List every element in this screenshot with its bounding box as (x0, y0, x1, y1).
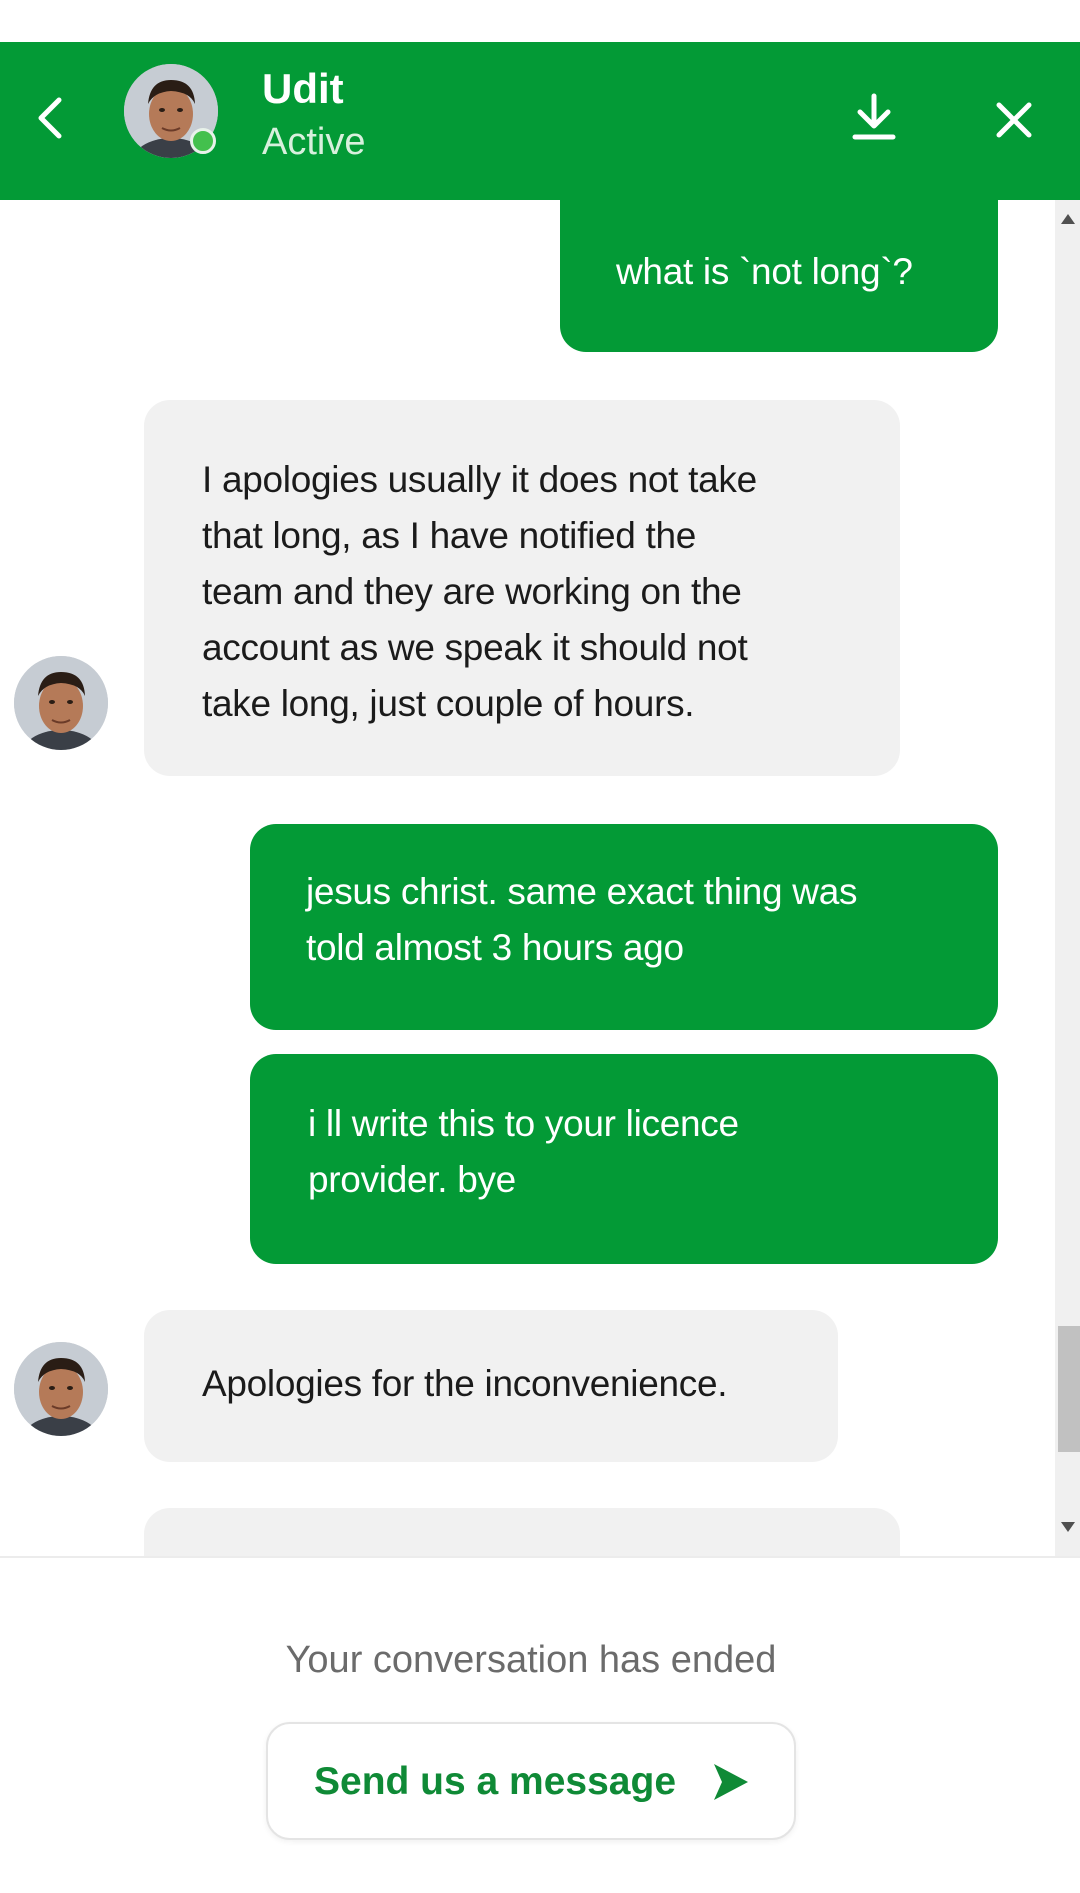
scroll-up-arrow[interactable] (1055, 214, 1080, 228)
divider (0, 1556, 1080, 1558)
chat-widget: Udit Active what is `not long`? I apolog… (0, 0, 1080, 1893)
send-arrow-icon (714, 1764, 748, 1800)
agent-status: Active (262, 121, 366, 163)
agent-message-bubble: I apologies usually it does not take tha… (144, 400, 900, 776)
message-line: told almost 3 hours ago (306, 927, 684, 968)
avatar (14, 656, 108, 750)
download-icon (852, 93, 896, 140)
agent-face-icon (14, 656, 108, 750)
agent-avatar-wrap (124, 64, 218, 158)
download-transcript-button[interactable] (846, 82, 902, 152)
agent-message-bubble: Apologies for the inconvenience. (144, 1310, 838, 1462)
user-message-bubble: i ll write this to your licence provider… (250, 1054, 998, 1264)
message-text: what is `not long`? (616, 251, 913, 292)
send-button-label: Send us a message (314, 1760, 677, 1803)
scrollbar[interactable] (1055, 200, 1080, 1556)
agent-name: Udit (262, 65, 344, 112)
message-line: provider. bye (308, 1159, 516, 1200)
message-line: team and they are working on the (202, 571, 742, 612)
close-button[interactable] (986, 88, 1042, 152)
message-line: i ll write this to your licence (308, 1103, 739, 1144)
message-line: account as we speak it should not (202, 627, 748, 668)
message-line: I apologies usually it does not take (202, 459, 757, 500)
triangle-up-icon (1060, 214, 1075, 224)
message-list[interactable]: what is `not long`? I apologies usually … (0, 200, 1080, 1556)
online-status-dot (190, 128, 216, 154)
agent-message-bubble (144, 1508, 900, 1556)
close-icon (996, 102, 1032, 138)
user-message-bubble: what is `not long`? (560, 200, 998, 352)
back-button[interactable] (26, 86, 74, 150)
send-us-a-message-button[interactable]: Send us a message (266, 1722, 796, 1840)
message-text: Apologies for the inconvenience. (202, 1363, 728, 1404)
message-line: that long, as I have notified the (202, 515, 697, 556)
conversation-ended-text: Your conversation has ended (285, 1639, 777, 1681)
message-line: jesus christ. same exact thing was (306, 871, 858, 912)
scroll-down-arrow[interactable] (1055, 1522, 1080, 1536)
user-message-bubble: jesus christ. same exact thing was told … (250, 824, 998, 1030)
agent-face-icon (14, 1342, 108, 1436)
avatar (14, 1342, 108, 1436)
triangle-down-icon (1060, 1522, 1075, 1532)
scrollbar-thumb[interactable] (1058, 1326, 1080, 1452)
message-line: take long, just couple of hours. (202, 683, 695, 724)
chevron-left-icon (38, 97, 62, 139)
chat-header: Udit Active (0, 42, 1080, 200)
